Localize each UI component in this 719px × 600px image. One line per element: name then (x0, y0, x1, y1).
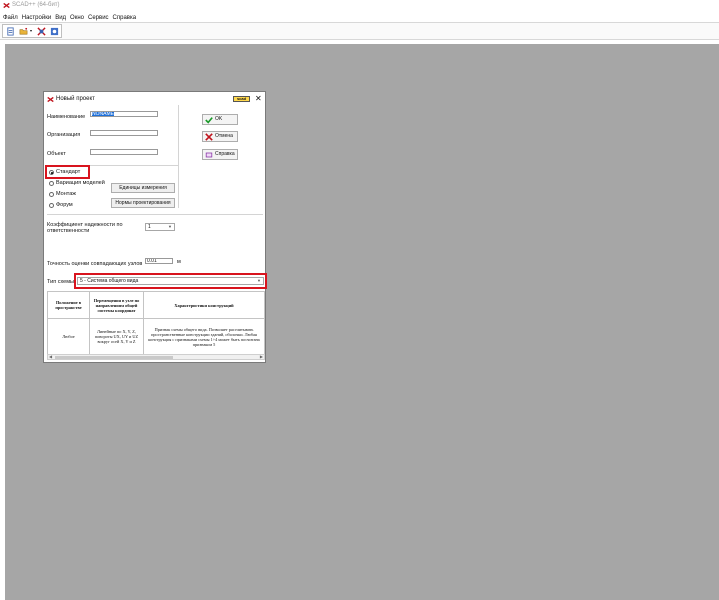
table-header-row: Положение в пространстве Перемещения в у… (47, 291, 265, 319)
cell-displacements: Линейные по X, Y, Z, повороты UX, UY и U… (89, 318, 144, 355)
header-position: Положение в пространстве (47, 291, 90, 319)
reliability-dropdown[interactable]: 1 ▼ (145, 223, 175, 231)
scheme-type-dropdown[interactable]: 5 - Система общего вида ▼ (77, 277, 264, 285)
menu-service[interactable]: Сервис (88, 15, 109, 21)
header-displacements: Перемещения в узле по направлениям общей… (89, 291, 144, 319)
divider (47, 214, 263, 215)
settings-icon[interactable] (50, 27, 59, 36)
dropdown-arrow-icon[interactable]: ▾ (30, 28, 32, 33)
horizontal-scrollbar[interactable]: ◀ ▶ (47, 354, 265, 360)
toolbar-group: ▾ (2, 24, 62, 38)
reliability-value: 1 (148, 224, 151, 230)
toolbar: ▾ (0, 22, 719, 40)
cell-characteristics: Признак схемы общего вида. Позволяет рас… (143, 318, 265, 355)
radio-forum[interactable] (49, 203, 54, 208)
menu-settings[interactable]: Настройки (22, 15, 51, 21)
menu-file[interactable]: Файл (3, 15, 18, 21)
organization-field[interactable] (90, 130, 158, 136)
title-bar: SCAD++ (64-бит) (0, 0, 719, 12)
scroll-right-icon[interactable]: ▶ (260, 354, 263, 359)
help-book-icon (205, 152, 213, 158)
table-row: Любое Линейные по X, Y, Z, повороты UX, … (47, 318, 265, 355)
checkmark-icon (205, 117, 213, 124)
object-label: Объект (47, 151, 66, 157)
name-label: Наименование (47, 114, 86, 120)
radio-mounting-label: Монтаж (56, 191, 76, 197)
chevron-down-icon: ▼ (257, 278, 261, 283)
ok-button[interactable]: OK (202, 114, 238, 125)
vertical-divider (178, 105, 179, 208)
accuracy-field[interactable]: 0.01 (145, 258, 173, 264)
menu-bar: Файл Настройки Вид Окно Сервис Справка (0, 13, 719, 22)
help-button[interactable]: Справка (202, 149, 238, 160)
units-button[interactable]: Единицы измерения (111, 183, 175, 193)
scrollbar-thumb[interactable] (55, 356, 173, 359)
accuracy-label: Точность оценки совпадающих узлов (47, 261, 143, 267)
scheme-type-value: 5 - Система общего вида (80, 278, 139, 284)
scroll-left-icon[interactable]: ◀ (49, 354, 52, 359)
scad-app-icon (3, 2, 10, 9)
new-icon[interactable] (6, 27, 15, 36)
radio-model-variation-label: Вариация моделей (56, 180, 105, 186)
menu-window[interactable]: Окно (70, 15, 84, 21)
cancel-label: Отмена (215, 133, 233, 139)
organization-label: Организация (47, 132, 81, 138)
window-title: SCAD++ (64-бит) (12, 2, 60, 8)
radio-forum-label: Форум (56, 202, 73, 208)
radio-model-variation[interactable] (49, 181, 54, 186)
accuracy-unit: м (177, 259, 181, 265)
open-icon[interactable] (19, 27, 28, 36)
scad-logo: scad (233, 96, 250, 102)
chevron-down-icon: ▼ (168, 224, 172, 229)
close-icon[interactable]: ✕ (255, 94, 262, 103)
radio-standard-label: Стандарт (56, 169, 81, 175)
scad-dialog-icon (47, 96, 54, 103)
cancel-button[interactable]: Отмена (202, 131, 238, 142)
scheme-info-table: Положение в пространстве Перемещения в у… (47, 291, 265, 355)
help-label: Справка (215, 151, 235, 157)
scheme-type-label: Тип схемы (47, 279, 74, 285)
ok-label: OK (215, 116, 223, 122)
tools-icon[interactable] (37, 27, 46, 36)
menu-help[interactable]: Справка (113, 15, 137, 21)
cancel-x-icon (205, 133, 213, 141)
reliability-label: Коэффициент надежности по ответственност… (47, 222, 123, 234)
cell-position: Любое (47, 318, 90, 355)
new-project-dialog: Новый проект scad ✕ Наименование NONAME … (43, 91, 267, 363)
norms-button[interactable]: Нормы проектирования (111, 198, 175, 208)
radio-mounting[interactable] (49, 192, 54, 197)
header-characteristics: Характеристики конструкций (143, 291, 265, 319)
name-field[interactable]: NONAME (90, 111, 158, 117)
menu-view[interactable]: Вид (55, 15, 66, 21)
name-value: NONAME (92, 111, 114, 117)
radio-standard[interactable] (49, 170, 54, 175)
dialog-title: Новый проект (56, 96, 95, 102)
object-field[interactable] (90, 149, 158, 155)
